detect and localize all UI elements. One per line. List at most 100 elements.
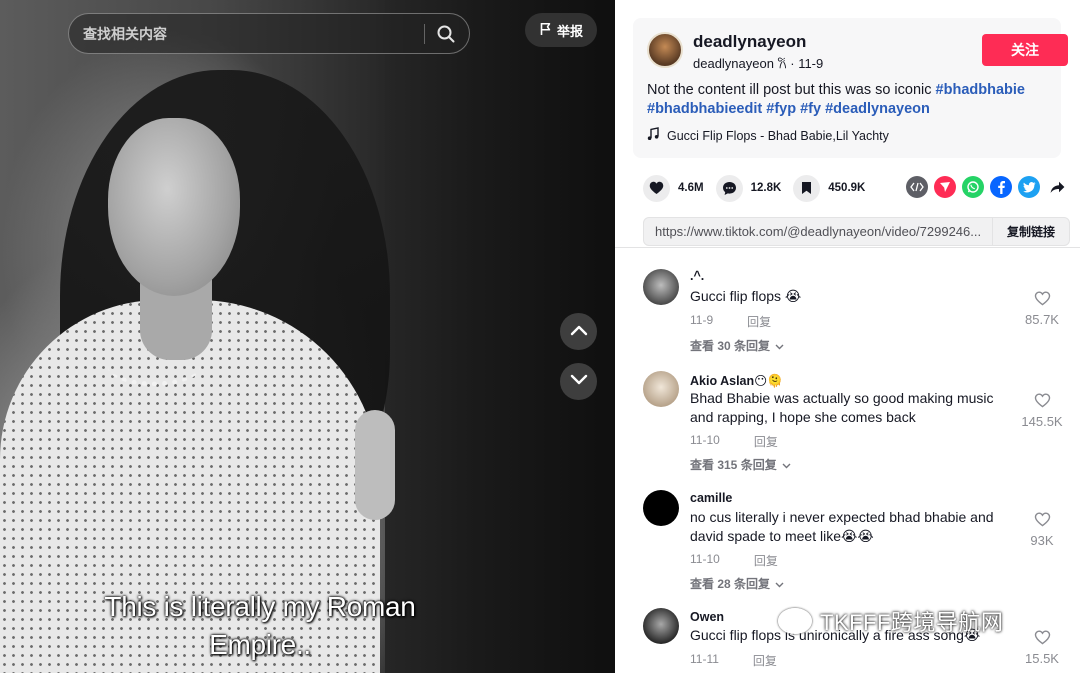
comment-like-count: 15.5K: [1025, 651, 1059, 666]
comment-meta: 11-10 回复: [690, 552, 778, 569]
music-link[interactable]: Gucci Flip Flops - Bhad Babie,Lil Yachty: [647, 127, 889, 144]
section-divider: [615, 247, 1080, 248]
author-card: deadlynayeon deadlynayeon 𐙚 · 11-9 关注 No…: [633, 18, 1068, 158]
caption-line-2: Empire..: [209, 629, 311, 660]
commenter-name[interactable]: camille: [690, 491, 732, 505]
whatsapp-icon[interactable]: [962, 176, 984, 198]
bookmark-icon[interactable]: [793, 174, 821, 202]
chevron-down-icon: [775, 577, 784, 591]
comment-meta: 11-11 回复: [690, 652, 777, 669]
view-replies-button[interactable]: 查看 315 条回复: [690, 456, 791, 473]
heart-outline-icon[interactable]: [1034, 630, 1051, 649]
comment-action[interactable]: 12.8K: [715, 174, 781, 202]
author-handle-glyph: 𐙚: [777, 56, 787, 71]
comment-like-count: 85.7K: [1025, 312, 1059, 327]
follow-button[interactable]: 关注: [982, 34, 1068, 66]
comment-like[interactable]: 15.5K: [1012, 630, 1072, 666]
author-avatar[interactable]: [647, 32, 683, 68]
post-date: 11-9: [798, 56, 824, 71]
author-subline: deadlynayeon 𐙚 · 11-9: [693, 54, 823, 72]
share-icons: [906, 176, 1068, 198]
view-replies-label: 查看 315 条回复: [690, 458, 777, 472]
watermark-text: TKFFF跨境导航网: [820, 610, 1004, 635]
view-replies-label: 查看 28 条回复: [690, 577, 771, 591]
chevron-up-icon: [570, 323, 588, 341]
comment-date: 11-11: [690, 652, 719, 666]
hashtag-link[interactable]: #bhadbhabieedit: [647, 101, 762, 117]
reply-button[interactable]: 回复: [747, 313, 771, 330]
next-video-button[interactable]: [560, 363, 597, 400]
video-frame-pearls: [108, 348, 200, 386]
share-arrow-icon[interactable]: [1046, 176, 1068, 198]
view-replies-button[interactable]: 查看 30 条回复: [690, 337, 784, 354]
chevron-down-icon: [570, 373, 588, 391]
like-action[interactable]: 4.6M: [643, 174, 704, 202]
heart-outline-icon[interactable]: [1034, 512, 1051, 531]
tiktok-video-page: 查找相关内容 举报 This is literally my Roman Emp: [0, 0, 1080, 673]
commenter-avatar[interactable]: [643, 490, 679, 526]
hashtag-link[interactable]: #fy: [800, 101, 821, 117]
description-text: Not the content ill post but this was so…: [647, 82, 932, 98]
author-username[interactable]: deadlynayeon: [693, 32, 806, 52]
reply-button[interactable]: 回复: [754, 552, 778, 569]
chevron-down-icon: [782, 458, 791, 472]
hashtag-link[interactable]: #fyp: [766, 101, 796, 117]
caption-line-1: This is literally my Roman: [104, 591, 416, 622]
comment-meta: 11-9 回复: [690, 313, 771, 330]
video-frame-face: [108, 118, 240, 296]
report-label: 举报: [556, 23, 583, 39]
author-handle: deadlynayeon: [693, 56, 774, 71]
commenter-avatar[interactable]: [643, 371, 679, 407]
video-frame-hand: [355, 410, 395, 520]
search-icon[interactable]: [437, 25, 455, 43]
previous-video-button[interactable]: [560, 313, 597, 350]
comment-text: Bhad Bhabie was actually so good making …: [690, 390, 994, 425]
search-divider: [424, 23, 425, 44]
view-replies-button[interactable]: 查看 28 条回复: [690, 575, 784, 592]
like-count: 4.6M: [678, 182, 704, 194]
comment-date: 11-9: [690, 313, 714, 327]
heart-icon[interactable]: [643, 174, 670, 202]
comment-like-count: 93K: [1030, 533, 1054, 548]
watermark: TKFFF跨境导航网: [778, 605, 1003, 637]
search-input[interactable]: 查找相关内容: [83, 24, 424, 44]
dot-separator: ·: [790, 56, 799, 71]
details-panel: deadlynayeon deadlynayeon 𐙚 · 11-9 关注 No…: [615, 0, 1080, 673]
comment-like[interactable]: 145.5K: [1012, 393, 1072, 429]
commenter-name[interactable]: Owen: [690, 610, 724, 624]
facebook-icon[interactable]: [990, 176, 1012, 198]
comment-like[interactable]: 93K: [1012, 512, 1072, 548]
report-button[interactable]: 举报: [525, 13, 597, 47]
commenter-name[interactable]: Akio Aslan😶🫠: [690, 373, 783, 389]
save-action[interactable]: 450.9K: [793, 174, 866, 202]
commenter-name[interactable]: .^.: [690, 269, 704, 283]
search-bar[interactable]: 查找相关内容: [68, 13, 470, 54]
chevron-down-icon: [775, 339, 784, 353]
action-bar: 4.6M 12.8K 450.9K: [643, 172, 877, 204]
embed-icon[interactable]: [906, 176, 928, 198]
hashtag-link[interactable]: #deadlynayeon: [825, 101, 930, 117]
comment-text: no cus literally i never expected bhad b…: [690, 509, 994, 544]
video-player[interactable]: 查找相关内容 举报 This is literally my Roman Emp: [0, 0, 615, 673]
video-link-box: https://www.tiktok.com/@deadlynayeon/vid…: [643, 217, 1070, 246]
save-count: 450.9K: [828, 182, 866, 194]
flag-icon: [539, 22, 553, 39]
heart-outline-icon[interactable]: [1034, 393, 1051, 412]
video-description: Not the content ill post but this was so…: [647, 81, 1047, 119]
heart-outline-icon[interactable]: [1034, 291, 1051, 310]
reply-button[interactable]: 回复: [754, 433, 778, 450]
copy-link-button[interactable]: 复制链接: [991, 218, 1069, 245]
twitter-icon[interactable]: [1018, 176, 1040, 198]
reply-button[interactable]: 回复: [753, 652, 777, 669]
comment-meta: 11-10 回复: [690, 433, 778, 450]
comment-date: 11-10: [690, 552, 720, 566]
video-url[interactable]: https://www.tiktok.com/@deadlynayeon/vid…: [644, 224, 992, 239]
commenter-avatar[interactable]: [643, 269, 679, 305]
send-icon[interactable]: [934, 176, 956, 198]
hashtag-link[interactable]: #bhadbhabie: [936, 82, 1025, 98]
comment-date: 11-10: [690, 433, 720, 447]
comment-like[interactable]: 85.7K: [1012, 291, 1072, 327]
comment-bubble-icon[interactable]: [715, 174, 743, 202]
commenter-avatar[interactable]: [643, 608, 679, 644]
music-title: Gucci Flip Flops - Bhad Babie,Lil Yachty: [667, 128, 889, 143]
